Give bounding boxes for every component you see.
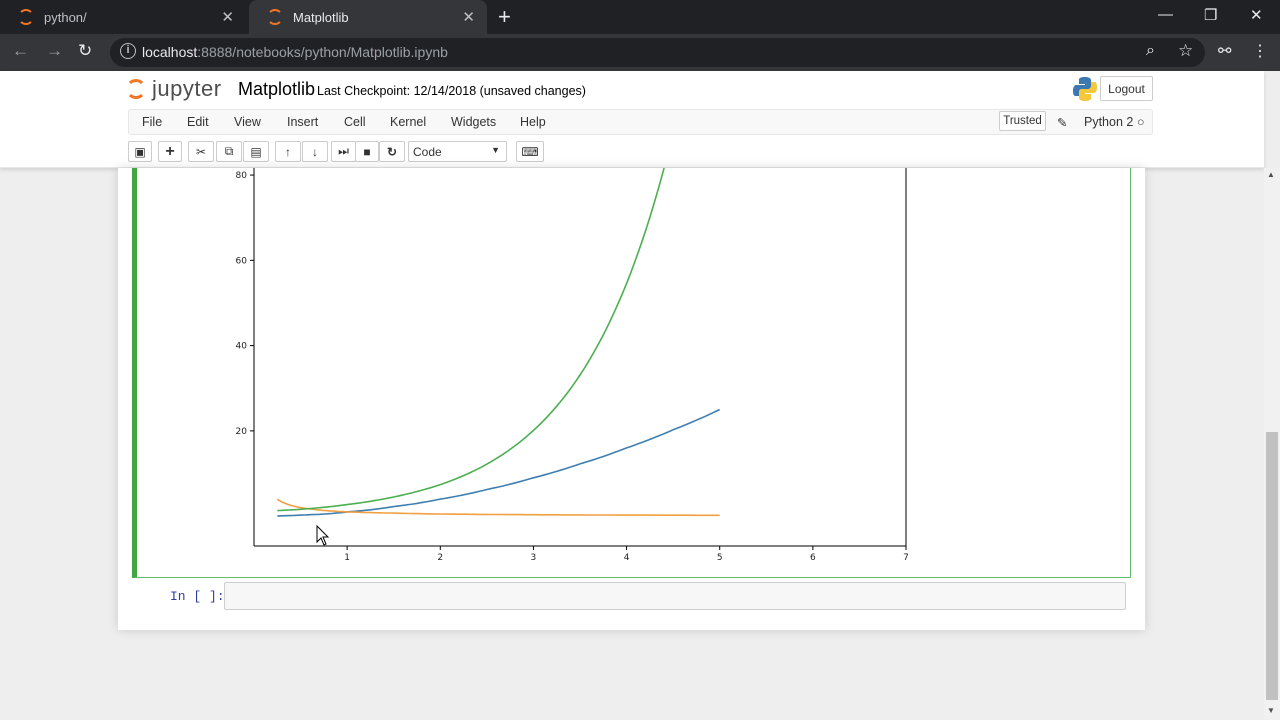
trusted-button[interactable]: Trusted (999, 111, 1046, 131)
address-bar[interactable]: i localhost:8888/notebooks/python/Matplo… (110, 38, 1205, 67)
notebook-name[interactable]: Matplotlib (238, 79, 315, 100)
code-input-cell[interactable] (224, 582, 1126, 610)
output-cell-selected[interactable]: 1 2 3 4 5 6 7 20 40 60 80 (132, 158, 1131, 578)
cell-type-value: Code (413, 145, 442, 159)
chart-series (276, 168, 721, 517)
new-tab-icon[interactable]: + (498, 4, 511, 30)
scissors-icon: ✂ (195, 144, 207, 159)
url-text[interactable]: localhost:8888/notebooks/python/Matplotl… (142, 44, 448, 60)
kernel-name: Python 2 (1084, 115, 1134, 129)
x-tick-label: 7 (903, 553, 909, 563)
jupyter-header: jupyter Matplotlib Last Checkpoint: 12/1… (0, 71, 1264, 168)
tab-title: python/ (44, 9, 87, 25)
scroll-down-icon[interactable]: ▼ (1267, 706, 1275, 715)
stop-icon: ■ (363, 144, 371, 159)
vertical-scrollbar[interactable]: ▲ ▼ (1264, 168, 1280, 720)
x-tick-label: 4 (624, 553, 630, 563)
x-tick-label: 5 (717, 553, 723, 563)
move-up-button[interactable]: ↑ (275, 141, 301, 162)
scrollbar-thumb[interactable] (1266, 432, 1278, 700)
cell-type-select[interactable]: Code ▼ (408, 141, 507, 162)
arrow-down-icon: ↓ (312, 144, 318, 159)
site-info-icon[interactable]: i (120, 43, 136, 59)
series-line-3 (277, 168, 665, 512)
chevron-down-icon: ▼ (491, 145, 500, 155)
reload-icon[interactable]: ↻ (78, 41, 92, 61)
menu-help[interactable]: Help (520, 115, 546, 129)
command-palette-button[interactable]: ⌨ (516, 141, 544, 162)
interrupt-button[interactable]: ■ (355, 141, 379, 162)
input-prompt: In [ ]: (170, 589, 225, 604)
paste-icon: ▤ (250, 144, 262, 159)
run-button[interactable]: ⏭ (331, 141, 356, 162)
tab-title: Matplotlib (293, 9, 349, 25)
x-tick-label: 1 (344, 553, 350, 563)
plus-icon: + (165, 142, 175, 160)
jupyter-logo[interactable]: jupyter (126, 76, 222, 102)
chart-axes (253, 158, 907, 547)
jupyter-logo-text: jupyter (152, 76, 222, 101)
save-icon: ▣ (134, 144, 146, 159)
checkpoint-status: Last Checkpoint: 12/14/2018 (unsaved cha… (317, 84, 586, 98)
extension-icon[interactable]: ⚯ (1218, 41, 1231, 61)
close-icon[interactable]: ✕ (462, 8, 475, 26)
window-close-icon[interactable]: ✕ (1250, 6, 1263, 24)
menu-file[interactable]: File (142, 115, 162, 129)
back-icon[interactable]: ← (12, 41, 29, 61)
arrow-up-icon: ↑ (285, 144, 291, 159)
jupyter-favicon-icon (18, 9, 34, 25)
browser-tab[interactable]: python/ ✕ (0, 0, 246, 34)
scroll-up-icon[interactable]: ▲ (1267, 170, 1275, 179)
keyboard-icon: ⌨ (521, 144, 539, 159)
matplotlib-figure: 1 2 3 4 5 6 7 20 40 60 80 (236, 158, 909, 563)
restart-icon: ↻ (386, 144, 398, 159)
menu-kernel[interactable]: Kernel (390, 115, 426, 129)
menu-insert[interactable]: Insert (287, 115, 318, 129)
close-icon[interactable]: ✕ (221, 8, 234, 26)
browser-tab-active[interactable]: Matplotlib ✕ (249, 0, 487, 34)
menu-bar: File Edit View Insert Cell Kernel Widget… (128, 109, 1153, 135)
copy-icon: ⧉ (224, 144, 234, 158)
x-tick-label: 3 (531, 553, 537, 563)
y-tick-label: 40 (236, 342, 248, 352)
jupyter-favicon-icon (267, 9, 283, 25)
notebook-container: 1 2 3 4 5 6 7 20 40 60 80 In [ ]: (118, 158, 1145, 630)
bookmark-star-icon[interactable]: ☆ (1178, 41, 1193, 61)
menu-edit[interactable]: Edit (187, 115, 209, 129)
python-logo-icon (1073, 77, 1097, 101)
copy-button[interactable]: ⧉ (216, 141, 242, 162)
chart-ticks: 1 2 3 4 5 6 7 20 40 60 80 (236, 171, 909, 563)
edit-pencil-icon[interactable]: ✎ (1057, 115, 1067, 130)
y-tick-label: 80 (236, 171, 248, 181)
restart-button[interactable]: ↻ (379, 141, 405, 162)
minimize-icon[interactable]: — (1158, 6, 1173, 23)
menu-widgets[interactable]: Widgets (451, 115, 496, 129)
step-forward-icon: ⏭ (338, 144, 349, 158)
logout-button[interactable]: Logout (1100, 76, 1153, 101)
paste-button[interactable]: ▤ (243, 141, 269, 162)
x-tick-label: 6 (810, 553, 816, 563)
forward-icon[interactable]: → (46, 41, 63, 61)
move-down-button[interactable]: ↓ (302, 141, 328, 162)
browser-toolbar: ← → ↻ i localhost:8888/notebooks/python/… (0, 34, 1280, 71)
menu-dots-icon[interactable]: ⋮ (1252, 41, 1268, 61)
kernel-idle-icon: ○ (1137, 115, 1145, 129)
zoom-icon[interactable]: ⌕ (1146, 42, 1155, 60)
jupyter-logo-icon (126, 79, 146, 99)
mouse-cursor-icon (316, 524, 330, 546)
x-tick-label: 2 (437, 553, 443, 563)
y-tick-label: 20 (236, 427, 248, 437)
insert-cell-button[interactable]: + (158, 141, 182, 162)
y-tick-label: 60 (236, 256, 248, 266)
menu-view[interactable]: View (234, 115, 261, 129)
menu-cell[interactable]: Cell (344, 115, 366, 129)
cut-button[interactable]: ✂ (188, 141, 214, 162)
restore-icon[interactable]: ❐ (1204, 6, 1217, 24)
browser-tab-strip: python/ ✕ Matplotlib ✕ + — ❐ ✕ (0, 0, 1280, 34)
series-line-1 (277, 408, 721, 517)
save-button[interactable]: ▣ (128, 141, 152, 162)
